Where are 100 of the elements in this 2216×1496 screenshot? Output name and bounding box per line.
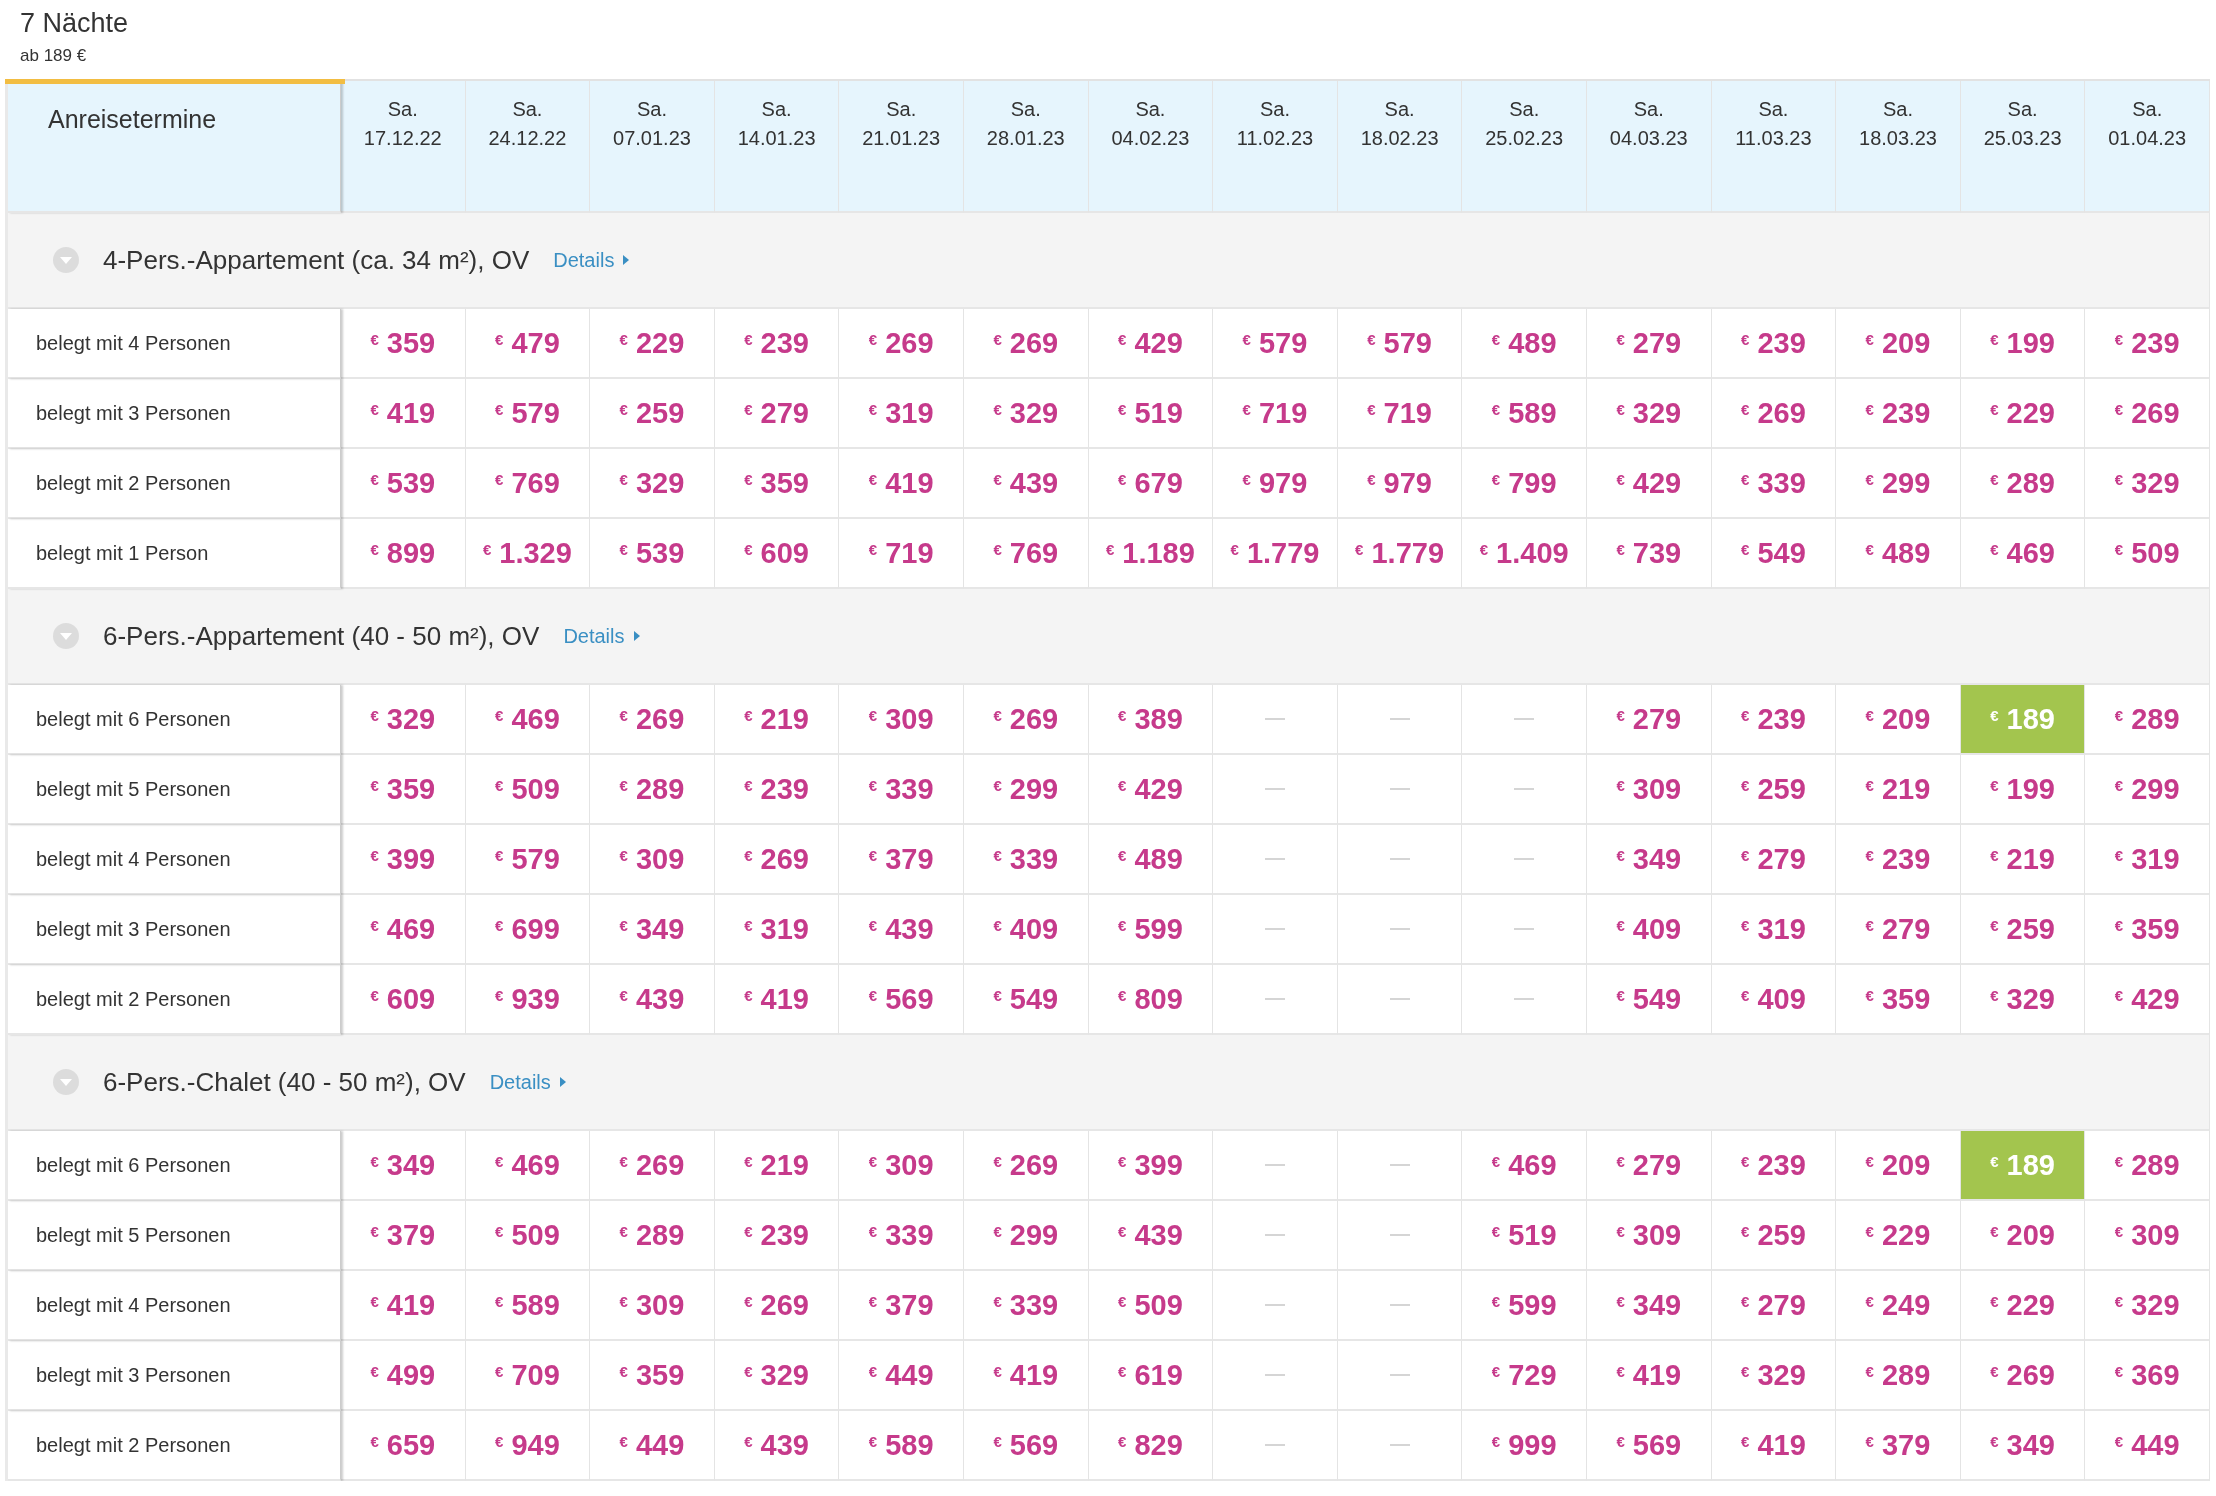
- price-cell[interactable]: $^{€}$ 299: [964, 1201, 1089, 1271]
- price-cell[interactable]: $^{€}$ 729: [1462, 1341, 1587, 1411]
- price-cell[interactable]: $^{€}$ 269: [2085, 379, 2210, 449]
- price-cell[interactable]: $^{€}$ 979: [1337, 449, 1463, 519]
- price-cell[interactable]: $^{€}$ 239: [714, 1201, 840, 1271]
- price-cell[interactable]: $^{€}$ 379: [839, 825, 964, 895]
- price-cell[interactable]: $^{€}$ 259: [590, 379, 715, 449]
- price-cell[interactable]: $^{€}$ 269: [964, 1131, 1089, 1201]
- price-cell[interactable]: $^{€}$ 339: [964, 1271, 1089, 1341]
- price-cell[interactable]: $^{€}$ 509: [1088, 1271, 1214, 1341]
- price-cell[interactable]: $^{€}$ 269: [590, 1131, 715, 1201]
- price-cell[interactable]: $^{€}$ 289: [2085, 685, 2210, 755]
- details-link[interactable]: Details: [553, 248, 631, 272]
- price-cell[interactable]: $^{€}$ 359: [341, 309, 466, 379]
- price-cell[interactable]: $^{€}$ 329: [341, 685, 466, 755]
- price-cell[interactable]: $^{€}$ 209: [1960, 1201, 2086, 1271]
- price-cell[interactable]: $^{€}$ 429: [1088, 309, 1214, 379]
- price-cell[interactable]: $^{€}$ 339: [839, 1201, 964, 1271]
- price-cell[interactable]: $^{€}$ 259: [1711, 1201, 1837, 1271]
- price-cell[interactable]: $^{€}$ 369: [2085, 1341, 2210, 1411]
- price-cell[interactable]: $^{€}$ 229: [590, 309, 715, 379]
- price-cell[interactable]: $^{€}$ 329: [1587, 379, 1712, 449]
- price-cell[interactable]: $^{€}$ 219: [1836, 755, 1961, 825]
- price-cell[interactable]: $^{€}$ 469: [465, 1131, 591, 1201]
- price-cell[interactable]: $^{€}$ 329: [714, 1341, 840, 1411]
- price-cell[interactable]: $^{€}$ 359: [714, 449, 840, 519]
- price-cell[interactable]: $^{€}$ 429: [1088, 755, 1214, 825]
- price-cell[interactable]: $^{€}$ 479: [465, 309, 591, 379]
- price-cell[interactable]: $^{€}$ 709: [465, 1341, 591, 1411]
- price-cell[interactable]: $^{€}$ 449: [839, 1341, 964, 1411]
- price-cell[interactable]: $^{€}$ 219: [1960, 825, 2086, 895]
- price-cell[interactable]: $^{€}$ 309: [2085, 1201, 2210, 1271]
- price-cell[interactable]: $^{€}$ 279: [1587, 309, 1712, 379]
- price-cell[interactable]: $^{€}$ 199: [1960, 755, 2086, 825]
- price-cell[interactable]: $^{€}$ 799: [1462, 449, 1587, 519]
- price-cell[interactable]: $^{€}$ 359: [2085, 895, 2210, 965]
- price-cell[interactable]: $^{€}$ 469: [341, 895, 466, 965]
- price-cell[interactable]: $^{€}$ 419: [1587, 1341, 1712, 1411]
- price-cell[interactable]: $^{€}$ 399: [1088, 1131, 1214, 1201]
- price-cell[interactable]: $^{€}$ 769: [465, 449, 591, 519]
- price-cell[interactable]: $^{€}$ 449: [590, 1411, 715, 1481]
- price-cell[interactable]: $^{€}$ 329: [2085, 449, 2210, 519]
- price-cell[interactable]: $^{€}$ 289: [1836, 1341, 1961, 1411]
- price-cell[interactable]: $^{€}$ 349: [341, 1131, 466, 1201]
- price-cell[interactable]: $^{€}$ 279: [1836, 895, 1961, 965]
- price-cell[interactable]: $^{€}$ 279: [1711, 1271, 1837, 1341]
- details-link[interactable]: Details: [489, 1070, 567, 1094]
- price-cell[interactable]: $^{€}$ 289: [590, 755, 715, 825]
- price-cell[interactable]: $^{€}$ 339: [1711, 449, 1837, 519]
- price-cell[interactable]: $^{€}$ 279: [1587, 685, 1712, 755]
- price-cell[interactable]: $^{€}$ 579: [465, 379, 591, 449]
- price-cell[interactable]: $^{€}$ 309: [839, 685, 964, 755]
- price-cell[interactable]: $^{€}$ 589: [839, 1411, 964, 1481]
- price-cell[interactable]: $^{€}$ 579: [1213, 309, 1338, 379]
- price-cell[interactable]: $^{€}$ 219: [714, 685, 840, 755]
- price-cell[interactable]: $^{€}$ 599: [1088, 895, 1214, 965]
- price-cell[interactable]: $^{€}$ 359: [590, 1341, 715, 1411]
- price-cell[interactable]: $^{€}$ 229: [1960, 379, 2086, 449]
- price-cell[interactable]: $^{€}$ 269: [964, 685, 1089, 755]
- collapse-toggle-icon[interactable]: [53, 623, 79, 649]
- price-cell[interactable]: $^{€}$ 339: [964, 825, 1089, 895]
- price-cell[interactable]: $^{€}$ 979: [1213, 449, 1338, 519]
- price-cell[interactable]: $^{€}$ 419: [341, 1271, 466, 1341]
- price-cell[interactable]: $^{€}$ 299: [2085, 755, 2210, 825]
- price-cell[interactable]: $^{€}$ 239: [1836, 825, 1961, 895]
- price-cell[interactable]: $^{€}$ 269: [714, 825, 840, 895]
- price-cell[interactable]: $^{€}$ 489: [1462, 309, 1587, 379]
- price-cell[interactable]: $^{€}$ 439: [1088, 1201, 1214, 1271]
- price-cell[interactable]: $^{€}$ 269: [1711, 379, 1837, 449]
- price-cell[interactable]: $^{€}$ 279: [1587, 1131, 1712, 1201]
- price-cell[interactable]: $^{€}$ 419: [964, 1341, 1089, 1411]
- price-cell[interactable]: $^{€}$ 699: [465, 895, 591, 965]
- price-cell[interactable]: $^{€}$ 299: [964, 755, 1089, 825]
- price-cell[interactable]: $^{€}$ 269: [839, 309, 964, 379]
- price-cell[interactable]: $^{€}$ 439: [839, 895, 964, 965]
- price-cell[interactable]: $^{€}$ 279: [1711, 825, 1837, 895]
- price-cell[interactable]: $^{€}$ 589: [465, 1271, 591, 1341]
- price-cell[interactable]: $^{€}$ 359: [341, 755, 466, 825]
- price-cell[interactable]: $^{€}$ 499: [341, 1341, 466, 1411]
- price-cell[interactable]: $^{€}$ 269: [964, 309, 1089, 379]
- price-cell[interactable]: $^{€}$ 569: [1587, 1411, 1712, 1481]
- price-cell[interactable]: $^{€}$ 329: [964, 379, 1089, 449]
- price-cell[interactable]: $^{€}$ 349: [1587, 1271, 1712, 1341]
- price-cell[interactable]: $^{€}$ 239: [1836, 379, 1961, 449]
- price-cell[interactable]: $^{€}$ 719: [1337, 379, 1463, 449]
- tab-title[interactable]: 7 Nächte: [20, 6, 129, 40]
- price-cell[interactable]: $^{€}$ 579: [1337, 309, 1463, 379]
- price-cell[interactable]: $^{€}$ 239: [714, 309, 840, 379]
- collapse-toggle-icon[interactable]: [53, 1069, 79, 1095]
- price-cell[interactable]: $^{€}$ 509: [465, 755, 591, 825]
- price-cell[interactable]: $^{€}$ 229: [1960, 1271, 2086, 1341]
- price-cell[interactable]: $^{€}$ 289: [590, 1201, 715, 1271]
- price-cell[interactable]: $^{€}$ 349: [1960, 1411, 2086, 1481]
- price-cell[interactable]: $^{€}$ 239: [2085, 309, 2210, 379]
- price-cell[interactable]: $^{€}$ 239: [714, 755, 840, 825]
- price-cell[interactable]: $^{€}$ 269: [590, 685, 715, 755]
- price-cell[interactable]: $^{€}$ 229: [1836, 1201, 1961, 1271]
- price-cell[interactable]: $^{€}$ 679: [1088, 449, 1214, 519]
- price-cell[interactable]: $^{€}$ 419: [341, 379, 466, 449]
- price-cell[interactable]: $^{€}$ 439: [964, 449, 1089, 519]
